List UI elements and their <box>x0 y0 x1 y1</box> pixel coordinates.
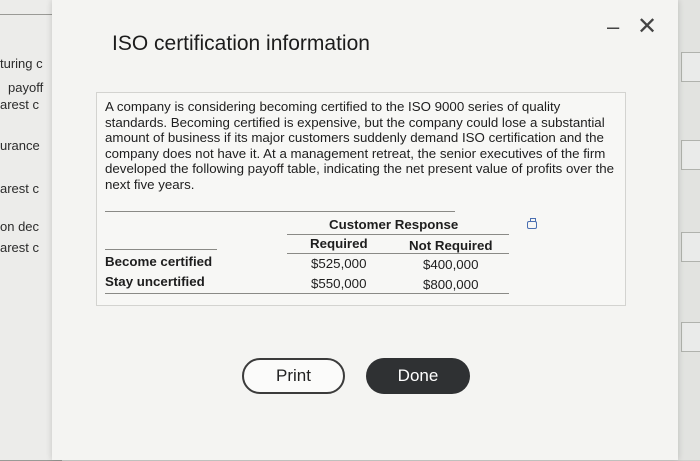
table-cell: $400,000 <box>423 257 479 272</box>
done-button[interactable]: Done <box>366 358 470 394</box>
row-label-rule <box>105 249 217 250</box>
table-cell: $550,000 <box>311 276 367 291</box>
dialog-title: ISO certification information <box>112 32 370 55</box>
close-icon[interactable]: ✕ <box>637 12 657 41</box>
table-group-header: Customer Response <box>329 217 459 232</box>
print-button[interactable]: Print <box>242 358 345 394</box>
background-text: on dec <box>0 219 40 234</box>
background-cell <box>681 140 700 170</box>
background-right-strip <box>677 0 700 460</box>
background-cell <box>681 322 700 352</box>
column-header-rule <box>287 253 509 254</box>
table-cell: $800,000 <box>423 277 479 292</box>
problem-description: A company is considering becoming certif… <box>105 99 615 192</box>
background-text: turing c <box>0 56 43 71</box>
content-panel: A company is considering becoming certif… <box>96 92 626 306</box>
iso-info-dialog: ISO certification information – ✕ A comp… <box>52 0 678 460</box>
minimize-icon[interactable]: – <box>607 14 619 40</box>
row-label-stay-uncertified: Stay uncertified <box>105 274 205 289</box>
table-cell: $525,000 <box>311 256 367 271</box>
background-text: arest c <box>0 97 40 112</box>
table-bottom-rule <box>105 293 509 294</box>
row-label-become-certified: Become certified <box>105 254 213 269</box>
column-header-not-required: Not Required <box>409 238 493 253</box>
background-text: arest c <box>0 240 40 255</box>
column-header-required: Required <box>310 236 368 251</box>
background-cell <box>681 232 700 262</box>
background-text: arest c <box>0 181 40 196</box>
background-cell <box>681 52 700 82</box>
table-top-rule <box>105 211 455 212</box>
group-header-rule <box>287 234 509 235</box>
copy-icon[interactable] <box>527 218 537 229</box>
background-text: urance <box>0 138 40 153</box>
